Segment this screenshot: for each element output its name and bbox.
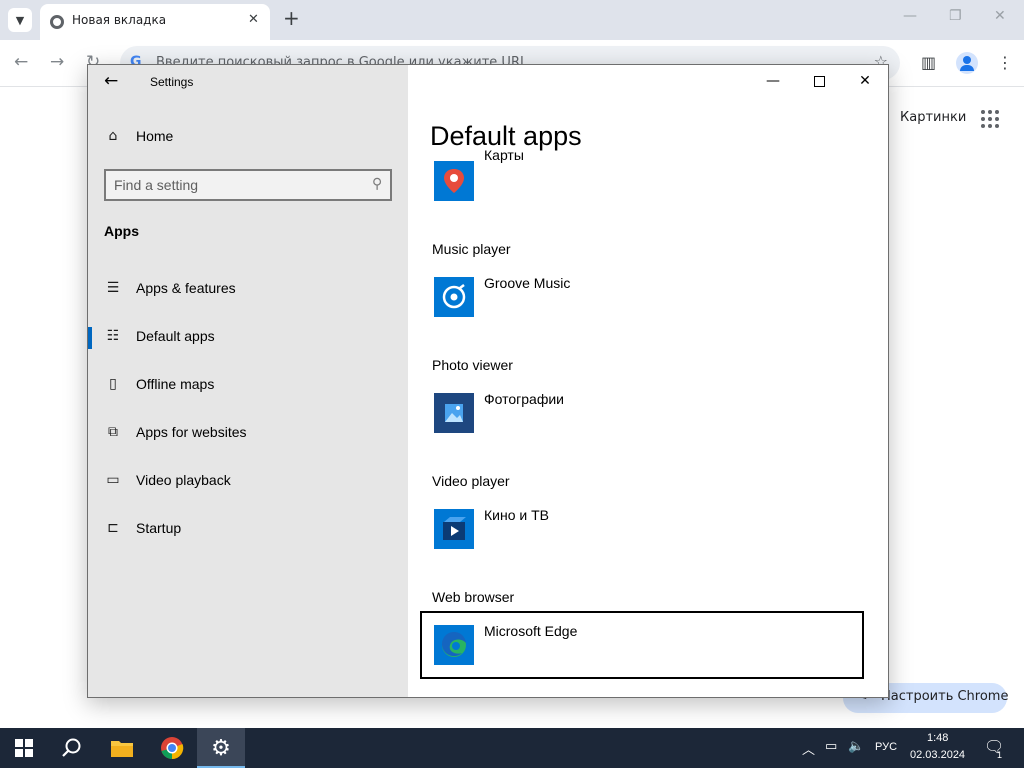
window-controls: — ✕	[750, 65, 888, 97]
customize-chrome-label: Настроить Chrome	[881, 689, 1009, 704]
nav-item-label: Video playback	[136, 472, 231, 488]
web-browser-label: Web browser	[432, 589, 515, 605]
show-hidden-icons-icon[interactable]: ︿	[802, 739, 815, 758]
minimize-button[interactable]: —	[750, 65, 796, 97]
music-player-app-row[interactable]: Groove Music	[420, 263, 864, 331]
clock-date[interactable]: 02.03.2024	[910, 749, 965, 761]
video-app-name: Кино и ТВ	[484, 507, 549, 523]
video-player-app-row[interactable]: Кино и ТВ	[420, 495, 864, 563]
new-tab-button[interactable]: +	[283, 6, 300, 30]
tab-title: Новая вкладка	[72, 13, 167, 27]
maximize-icon	[813, 75, 825, 87]
maximize-button[interactable]	[796, 65, 842, 97]
video-player-label: Video player	[432, 473, 510, 489]
settings-nav-pane: ← Settings ⌂ Home ⚲ Apps ☰ Apps & featur…	[88, 65, 408, 697]
restore-icon[interactable]: ❐	[949, 8, 962, 24]
default-apps-icon: ☷	[106, 328, 120, 344]
search-input[interactable]	[114, 175, 354, 195]
nav-item-default-apps[interactable]: ☷ Default apps	[88, 320, 408, 356]
chrome-favicon-icon	[50, 15, 64, 29]
photo-app-name: Фотографии	[484, 391, 565, 407]
nav-item-label: Default apps	[136, 328, 215, 344]
nav-item-video-playback[interactable]: ▭ Video playback	[88, 464, 408, 500]
chrome-tab-strip: ▼ Новая вкладка ✕ + — ❐ ✕	[0, 0, 1024, 40]
microsoft-edge-icon	[434, 625, 474, 665]
network-icon[interactable]: ▭	[825, 739, 837, 754]
minimize-icon: —	[766, 73, 780, 89]
chrome-icon	[161, 737, 184, 760]
taskbar-settings[interactable]: ⚙	[197, 728, 245, 768]
open-website-icon: ⧉	[108, 424, 118, 440]
browser-tab[interactable]: Новая вкладка ✕	[40, 4, 270, 40]
forward-arrow-icon[interactable]: →	[50, 52, 64, 72]
home-icon: ⌂	[108, 128, 118, 144]
groove-music-icon	[434, 277, 474, 317]
maps-app-name: Карты	[484, 147, 524, 163]
taskbar-search-button[interactable]	[48, 728, 96, 768]
nav-item-label: Offline maps	[136, 376, 215, 392]
side-panel-icon[interactable]: ▥	[921, 53, 936, 72]
maps-app-icon	[434, 161, 474, 201]
nav-item-label: Apps & features	[136, 280, 236, 296]
nav-item-home[interactable]: ⌂ Home	[88, 120, 408, 156]
music-player-label: Music player	[432, 241, 511, 257]
taskbar-file-explorer[interactable]	[98, 728, 146, 768]
movies-tv-icon	[434, 509, 474, 549]
search-icon: ⚲	[371, 176, 382, 192]
nav-item-startup[interactable]: ⊏ Startup	[88, 512, 408, 548]
default-apps-content: Default apps Карты Music player Groove M…	[408, 97, 888, 697]
map-icon: ▯	[109, 376, 117, 392]
minimize-icon[interactable]: —	[903, 8, 917, 24]
nav-item-label: Apps for websites	[136, 424, 247, 440]
back-arrow-icon[interactable]: ←	[14, 52, 28, 72]
taskbar-chrome[interactable]	[148, 728, 196, 768]
tab-search-button[interactable]: ▼	[8, 8, 32, 32]
nav-item-offline-maps[interactable]: ▯ Offline maps	[88, 368, 408, 404]
speaker-muted-icon[interactable]: 🔈	[848, 739, 864, 754]
nav-item-label: Startup	[136, 520, 182, 536]
back-arrow-icon[interactable]: ←	[104, 71, 122, 93]
video-camera-icon: ▭	[106, 472, 120, 488]
close-button[interactable]: ✕	[842, 65, 888, 97]
nav-home-label: Home	[136, 128, 174, 144]
search-icon	[62, 738, 81, 757]
section-heading: Apps	[104, 223, 139, 239]
more-menu-icon[interactable]: ⋮	[997, 53, 1013, 72]
close-icon: ✕	[859, 73, 871, 89]
taskbar: ⚙ ︿ ▭ 🔈 РУС 1:48 02.03.2024 🗨 1	[0, 728, 1024, 768]
folder-icon	[111, 741, 133, 757]
start-button[interactable]	[0, 728, 48, 768]
photo-viewer-label: Photo viewer	[432, 357, 513, 373]
browser-app-name: Microsoft Edge	[484, 623, 578, 639]
music-app-name: Groove Music	[484, 275, 571, 291]
notification-count: 1	[997, 750, 1003, 760]
images-link[interactable]: Картинки	[900, 110, 966, 125]
maps-app-row[interactable]: Карты	[420, 147, 864, 215]
close-window-icon[interactable]: ✕	[994, 8, 1006, 24]
language-indicator[interactable]: РУС	[875, 741, 897, 753]
web-browser-app-row[interactable]: Microsoft Edge	[420, 611, 864, 679]
startup-icon: ⊏	[107, 520, 119, 536]
photo-viewer-app-row[interactable]: Фотографии	[420, 379, 864, 447]
close-icon[interactable]: ✕	[248, 12, 259, 27]
settings-window: ← Settings ⌂ Home ⚲ Apps ☰ Apps & featur…	[87, 64, 889, 698]
profile-avatar-icon[interactable]	[956, 52, 978, 74]
chevron-down-icon: ▼	[15, 13, 25, 27]
photos-app-icon	[434, 393, 474, 433]
clock-time[interactable]: 1:48	[927, 732, 948, 744]
list-icon: ☰	[106, 280, 120, 296]
nav-item-apps-features[interactable]: ☰ Apps & features	[88, 272, 408, 308]
find-setting-search[interactable]: ⚲	[104, 169, 392, 201]
windows-logo-icon	[15, 739, 33, 757]
window-title: Settings	[150, 75, 194, 89]
apps-grid-icon[interactable]	[981, 110, 999, 128]
nav-item-apps-for-websites[interactable]: ⧉ Apps for websites	[88, 416, 408, 452]
gear-icon: ⚙	[211, 735, 231, 761]
